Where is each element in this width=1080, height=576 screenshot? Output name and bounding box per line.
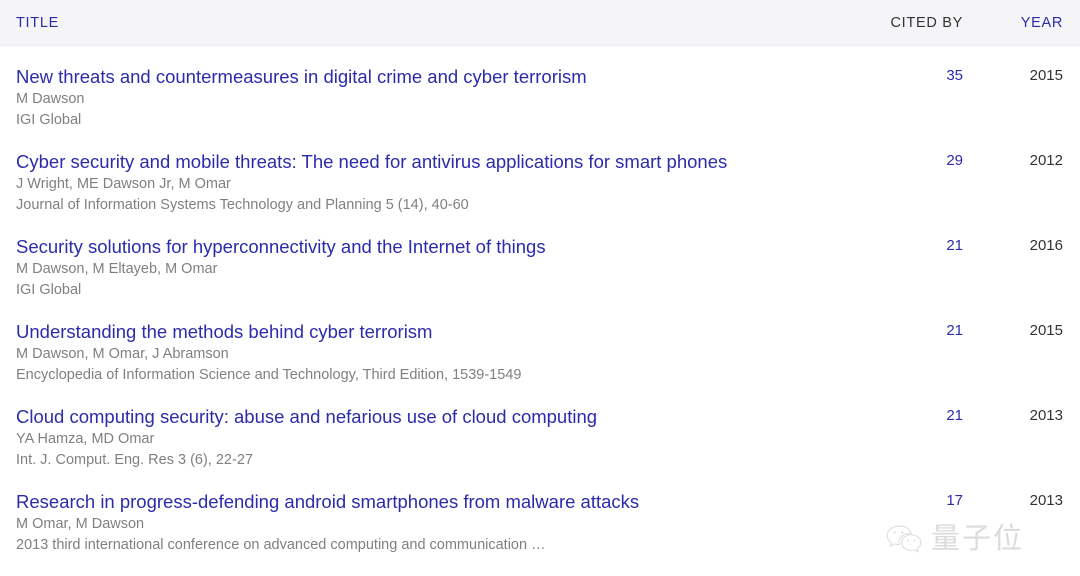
publication-title-link[interactable]: Security solutions for hyperconnectivity… bbox=[16, 235, 835, 258]
year-cell: 2016 bbox=[1029, 237, 1063, 254]
year-cell: 2012 bbox=[1029, 152, 1063, 169]
year-cell: 2015 bbox=[1029, 67, 1063, 84]
publications-list: New threats and countermeasures in digit… bbox=[0, 46, 1080, 568]
publication-title-link[interactable]: Understanding the methods behind cyber t… bbox=[16, 320, 835, 343]
year-cell: 2015 bbox=[1029, 322, 1063, 339]
cited-by-cell: 21 bbox=[835, 398, 985, 425]
publication-venue: 2013 third international conference on a… bbox=[16, 537, 546, 553]
publication-authors: M Dawson bbox=[16, 91, 85, 107]
publication-info: Cloud computing security: abuse and nefa… bbox=[16, 398, 835, 471]
table-row: Security solutions for hyperconnectivity… bbox=[0, 228, 1080, 313]
publication-info: Security solutions for hyperconnectivity… bbox=[16, 228, 835, 301]
cited-by-cell: 29 bbox=[835, 143, 985, 170]
cited-by-count-link[interactable]: 17 bbox=[946, 492, 963, 509]
publication-venue: IGI Global bbox=[16, 282, 82, 298]
publication-venue: Journal of Information Systems Technolog… bbox=[16, 197, 469, 213]
cited-by-cell: 21 bbox=[835, 313, 985, 340]
table-row: Cloud computing security: abuse and nefa… bbox=[0, 398, 1080, 483]
table-row: Cyber security and mobile threats: The n… bbox=[0, 143, 1080, 228]
publication-venue: Encyclopedia of Information Science and … bbox=[16, 367, 522, 383]
column-header-year[interactable]: YEAR bbox=[985, 15, 1063, 31]
publication-title-link[interactable]: Cloud computing security: abuse and nefa… bbox=[16, 405, 835, 428]
year-cell: 2013 bbox=[1029, 492, 1063, 509]
publication-info: Cyber security and mobile threats: The n… bbox=[16, 143, 835, 216]
publication-title-link[interactable]: Research in progress-defending android s… bbox=[16, 490, 835, 513]
publications-table: TITLE CITED BY YEAR New threats and coun… bbox=[0, 0, 1080, 568]
cited-by-count-link[interactable]: 29 bbox=[946, 152, 963, 169]
publication-info: New threats and countermeasures in digit… bbox=[16, 58, 835, 131]
cited-by-count-link[interactable]: 21 bbox=[946, 237, 963, 254]
cited-by-cell: 17 bbox=[835, 483, 985, 510]
table-header-row: TITLE CITED BY YEAR bbox=[0, 0, 1080, 46]
publication-authors: M Omar, M Dawson bbox=[16, 516, 145, 532]
publication-venue: Int. J. Comput. Eng. Res 3 (6), 22-27 bbox=[16, 452, 253, 468]
table-row: New threats and countermeasures in digit… bbox=[0, 58, 1080, 143]
column-header-cited-by: CITED BY bbox=[890, 14, 963, 31]
publication-authors: J Wright, ME Dawson Jr, M Omar bbox=[16, 176, 231, 192]
publication-venue: IGI Global bbox=[16, 112, 82, 128]
table-row: Research in progress-defending android s… bbox=[0, 483, 1080, 568]
cited-by-count-link[interactable]: 21 bbox=[946, 322, 963, 339]
cited-by-count-link[interactable]: 21 bbox=[946, 407, 963, 424]
publication-title-link[interactable]: Cyber security and mobile threats: The n… bbox=[16, 150, 835, 173]
publication-authors: YA Hamza, MD Omar bbox=[16, 431, 155, 447]
publication-title-link[interactable]: New threats and countermeasures in digit… bbox=[16, 65, 835, 88]
year-cell: 2013 bbox=[1029, 407, 1063, 424]
publication-info: Research in progress-defending android s… bbox=[16, 483, 835, 556]
cited-by-cell: 35 bbox=[835, 58, 985, 85]
cited-by-cell: 21 bbox=[835, 228, 985, 255]
cited-by-count-link[interactable]: 35 bbox=[946, 67, 963, 84]
column-header-title[interactable]: TITLE bbox=[16, 15, 835, 31]
publication-authors: M Dawson, M Omar, J Abramson bbox=[16, 346, 229, 362]
table-row: Understanding the methods behind cyber t… bbox=[0, 313, 1080, 398]
publication-authors: M Dawson, M Eltayeb, M Omar bbox=[16, 261, 218, 277]
publication-info: Understanding the methods behind cyber t… bbox=[16, 313, 835, 386]
